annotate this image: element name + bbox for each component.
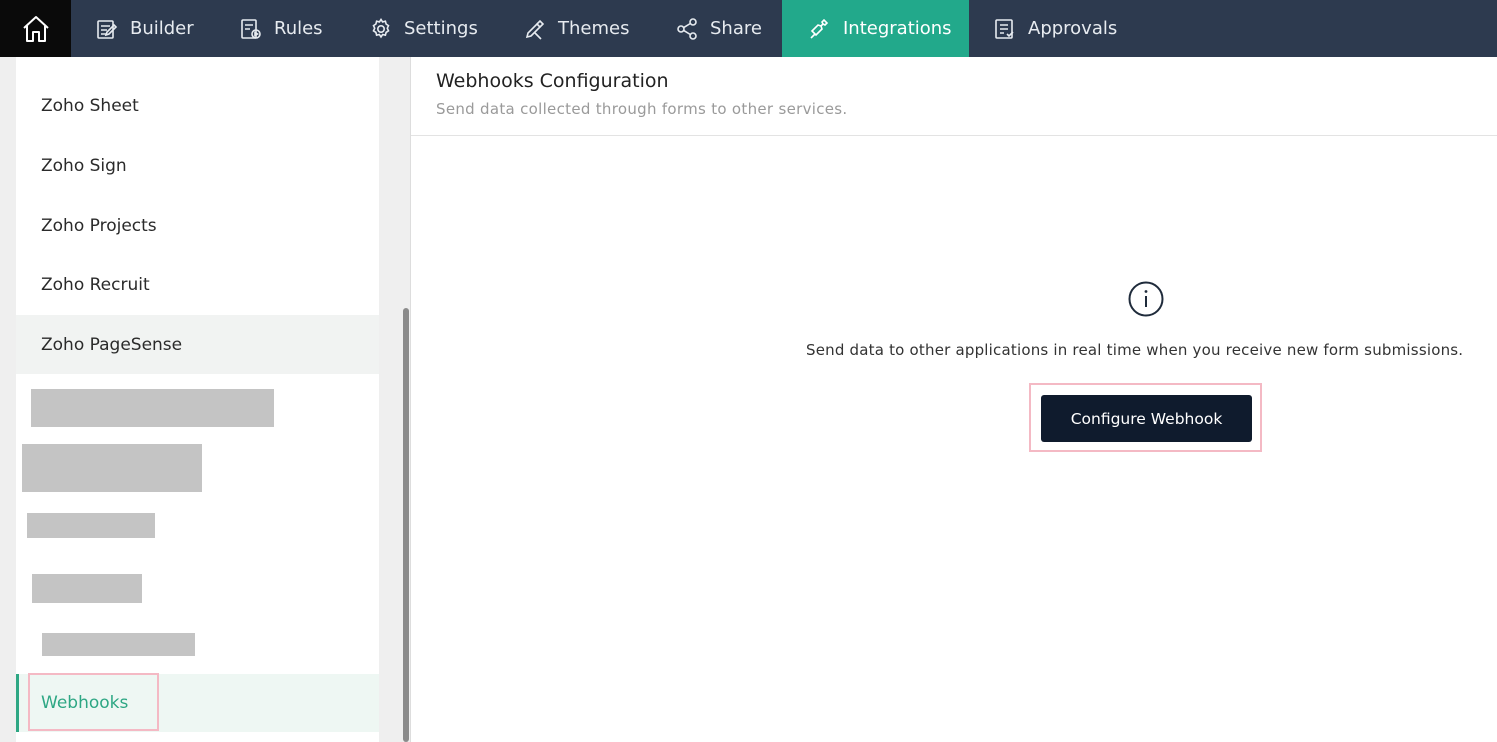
plug-icon [810, 18, 829, 39]
sidebar-gutter [0, 57, 16, 742]
info-icon [1128, 281, 1164, 317]
sidebar-item-label: Zoho Sign [41, 155, 127, 176]
sidebar-item-zoho-projects[interactable]: Zoho Projects [16, 196, 379, 255]
approvals-icon [995, 18, 1014, 39]
empty-state-message: Send data to other applications in real … [806, 341, 1464, 359]
nav-share-label: Share [710, 18, 762, 39]
top-nav: Builder Rules Settings Themes Share Inte… [0, 0, 1497, 57]
nav-integrations-label: Integrations [843, 18, 952, 39]
nav-builder[interactable]: Builder [95, 0, 204, 57]
sidebar-item-zoho-recruit[interactable]: Zoho Recruit [16, 255, 379, 314]
nav-builder-label: Builder [130, 18, 194, 39]
sidebar-item-zoho-pagesense[interactable]: Zoho PageSense [16, 315, 379, 374]
nav-themes-label: Themes [558, 18, 630, 39]
home-icon [22, 15, 49, 42]
redacted-item[interactable] [32, 574, 142, 603]
sidebar-item-webhooks[interactable]: Webhooks [16, 674, 379, 732]
header-divider [411, 135, 1497, 136]
nav-approvals-label: Approvals [1028, 18, 1118, 39]
page-subtitle: Send data collected through forms to oth… [436, 100, 848, 118]
configure-webhook-button[interactable]: Configure Webhook [1041, 395, 1252, 442]
nav-rules-label: Rules [274, 18, 323, 39]
redacted-item[interactable] [27, 513, 155, 538]
nav-settings[interactable]: Settings [369, 0, 478, 57]
rules-icon [241, 18, 261, 39]
nav-settings-label: Settings [404, 18, 478, 39]
share-icon [677, 17, 697, 40]
page-title: Webhooks Configuration [436, 70, 669, 92]
builder-icon [97, 19, 118, 39]
sidebar-item-zoho-sign[interactable]: Zoho Sign [16, 136, 379, 195]
redacted-item[interactable] [22, 444, 202, 492]
nav-approvals[interactable]: Approvals [993, 0, 1117, 57]
nav-rules[interactable]: Rules [239, 0, 323, 57]
redacted-item[interactable] [31, 389, 274, 427]
redacted-item[interactable] [42, 633, 195, 656]
sidebar-item-label: Zoho Recruit [41, 274, 150, 295]
sidebar: Zoho Sheet Zoho Sign Zoho Projects Zoho … [16, 57, 379, 742]
sidebar-item-label: Zoho Projects [41, 215, 157, 236]
panel-divider [410, 57, 411, 742]
nav-share[interactable]: Share [675, 0, 762, 57]
sidebar-item-label: Zoho Sheet [41, 95, 139, 116]
sidebar-item-label: Zoho PageSense [41, 334, 183, 355]
nav-themes[interactable]: Themes [523, 0, 629, 57]
brush-icon [525, 19, 545, 40]
sidebar-item-label: Webhooks [41, 693, 129, 713]
nav-integrations[interactable]: Integrations [782, 0, 969, 57]
sidebar-scrollbar-thumb[interactable] [403, 308, 409, 742]
home-button[interactable] [0, 0, 71, 57]
sidebar-item-zoho-sheet[interactable]: Zoho Sheet [16, 76, 379, 135]
gear-icon [372, 17, 390, 38]
